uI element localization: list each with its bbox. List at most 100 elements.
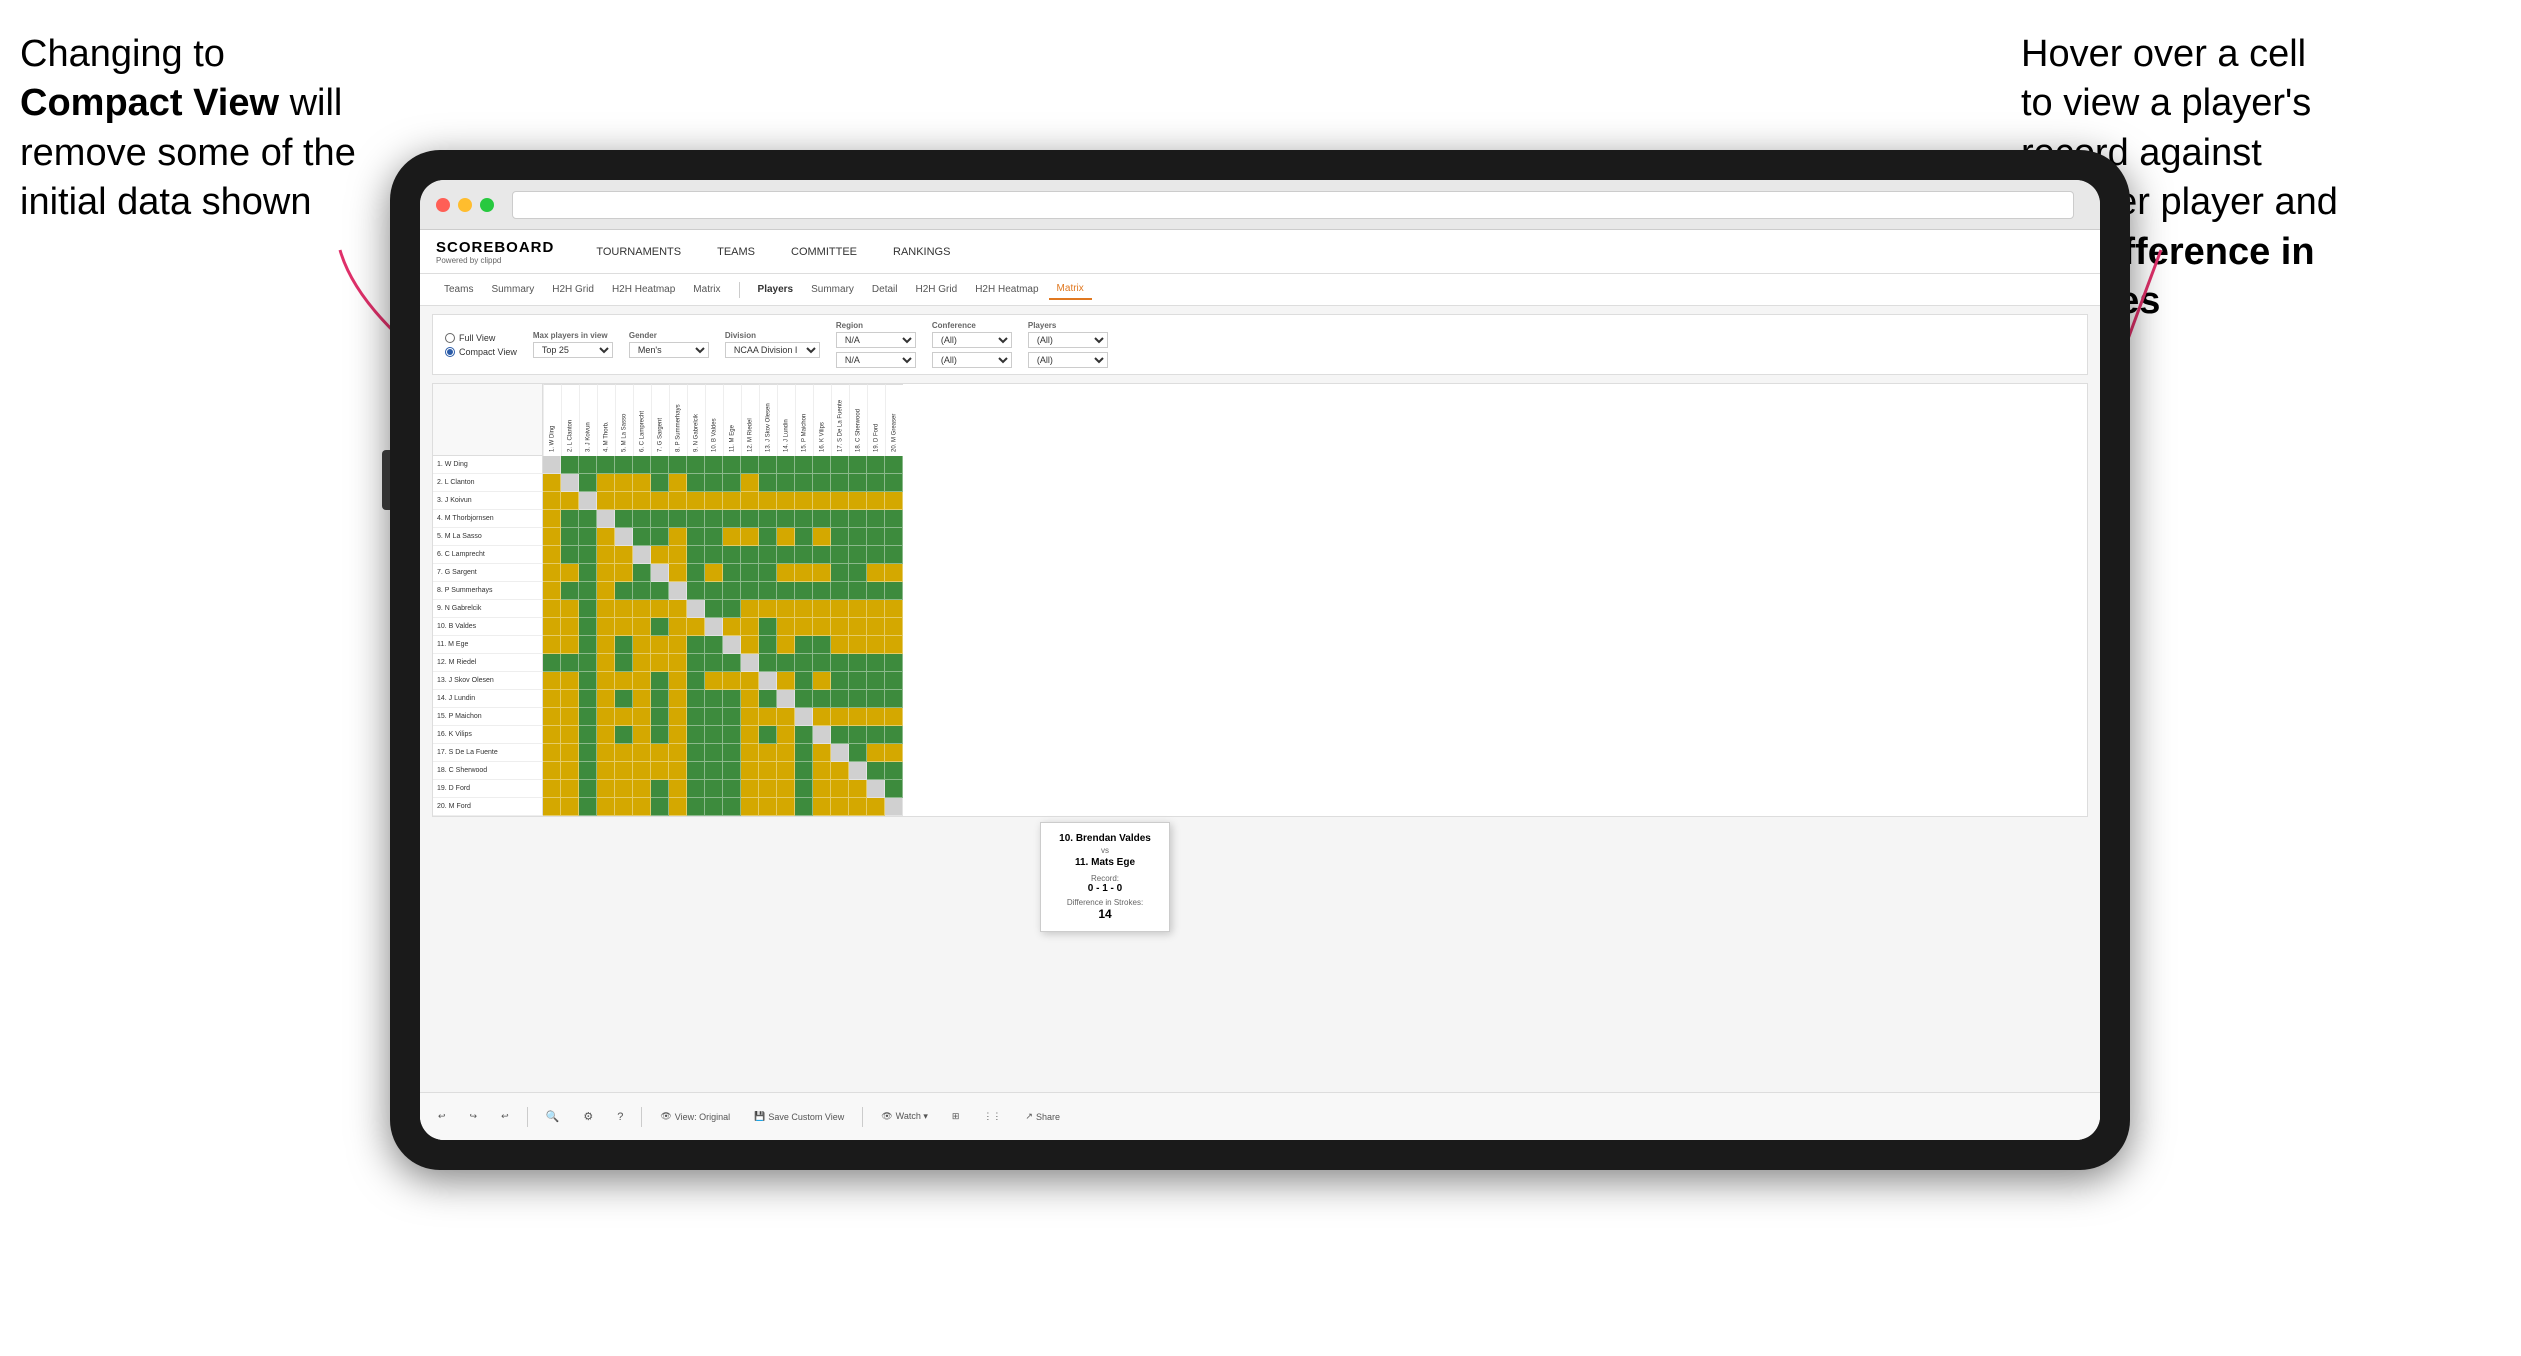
grid-cell-17-10[interactable] — [723, 762, 741, 780]
region-select-2[interactable]: N/A — [836, 352, 916, 368]
grid-cell-6-6[interactable] — [651, 564, 669, 582]
grid-cell-19-15[interactable] — [813, 798, 831, 816]
grid-cell-12-0[interactable] — [543, 672, 561, 690]
grid-cell-9-19[interactable] — [885, 618, 903, 636]
grid-cell-5-2[interactable] — [579, 546, 597, 564]
grid-cell-16-9[interactable] — [705, 744, 723, 762]
grid-cell-15-14[interactable] — [795, 726, 813, 744]
grid-cell-16-0[interactable] — [543, 744, 561, 762]
grid-cell-0-17[interactable] — [849, 456, 867, 474]
subnav-players-matrix[interactable]: Matrix — [1049, 279, 1092, 300]
grid-cell-2-19[interactable] — [885, 492, 903, 510]
grid-cell-19-14[interactable] — [795, 798, 813, 816]
grid-cell-17-3[interactable] — [597, 762, 615, 780]
grid-cell-4-9[interactable] — [705, 528, 723, 546]
grid-cell-17-13[interactable] — [777, 762, 795, 780]
grid-cell-0-15[interactable] — [813, 456, 831, 474]
grid-cell-3-19[interactable] — [885, 510, 903, 528]
grid-cell-18-11[interactable] — [741, 780, 759, 798]
save-custom-button[interactable]: 💾 Save Custom View — [748, 1107, 850, 1126]
grid-cell-0-7[interactable] — [669, 456, 687, 474]
grid-cell-10-16[interactable] — [831, 636, 849, 654]
grid-cell-1-5[interactable] — [633, 474, 651, 492]
grid-cell-19-10[interactable] — [723, 798, 741, 816]
grid-cell-11-3[interactable] — [597, 654, 615, 672]
grid-cell-17-6[interactable] — [651, 762, 669, 780]
grid-cell-14-17[interactable] — [849, 708, 867, 726]
grid-cell-11-9[interactable] — [705, 654, 723, 672]
grid-cell-1-8[interactable] — [687, 474, 705, 492]
grid-cell-8-2[interactable] — [579, 600, 597, 618]
grid-cell-10-11[interactable] — [741, 636, 759, 654]
nav-rankings[interactable]: RANKINGS — [887, 242, 956, 262]
grid-cell-6-3[interactable] — [597, 564, 615, 582]
grid-cell-3-6[interactable] — [651, 510, 669, 528]
grid-cell-2-15[interactable] — [813, 492, 831, 510]
grid-cell-18-8[interactable] — [687, 780, 705, 798]
grid-cell-2-6[interactable] — [651, 492, 669, 510]
grid-cell-9-8[interactable] — [687, 618, 705, 636]
grid-cell-13-0[interactable] — [543, 690, 561, 708]
grid-cell-17-1[interactable] — [561, 762, 579, 780]
grid-cell-0-12[interactable] — [759, 456, 777, 474]
grid-cell-2-1[interactable] — [561, 492, 579, 510]
grid-cell-6-0[interactable] — [543, 564, 561, 582]
grid-cell-15-12[interactable] — [759, 726, 777, 744]
grid-cell-9-14[interactable] — [795, 618, 813, 636]
grid-cell-5-8[interactable] — [687, 546, 705, 564]
grid-cell-13-11[interactable] — [741, 690, 759, 708]
grid-cell-2-14[interactable] — [795, 492, 813, 510]
grid-cell-19-18[interactable] — [867, 798, 885, 816]
grid-cell-17-15[interactable] — [813, 762, 831, 780]
grid-cell-19-0[interactable] — [543, 798, 561, 816]
grid-cell-9-13[interactable] — [777, 618, 795, 636]
grid-cell-17-4[interactable] — [615, 762, 633, 780]
grid-cell-18-6[interactable] — [651, 780, 669, 798]
grid-cell-11-13[interactable] — [777, 654, 795, 672]
grid-cell-13-2[interactable] — [579, 690, 597, 708]
grid-cell-7-4[interactable] — [615, 582, 633, 600]
grid-cell-8-13[interactable] — [777, 600, 795, 618]
grid-cell-7-17[interactable] — [849, 582, 867, 600]
grid-cell-7-15[interactable] — [813, 582, 831, 600]
grid-cell-5-9[interactable] — [705, 546, 723, 564]
grid-cell-17-12[interactable] — [759, 762, 777, 780]
grid-cell-3-11[interactable] — [741, 510, 759, 528]
grid-cell-14-2[interactable] — [579, 708, 597, 726]
grid-cell-7-11[interactable] — [741, 582, 759, 600]
grid-cell-12-19[interactable] — [885, 672, 903, 690]
grid-cell-13-6[interactable] — [651, 690, 669, 708]
grid-cell-1-1[interactable] — [561, 474, 579, 492]
grid-cell-3-14[interactable] — [795, 510, 813, 528]
grid-cell-18-9[interactable] — [705, 780, 723, 798]
grid-cell-17-16[interactable] — [831, 762, 849, 780]
grid-cell-19-8[interactable] — [687, 798, 705, 816]
grid-cell-3-0[interactable] — [543, 510, 561, 528]
grid-cell-8-19[interactable] — [885, 600, 903, 618]
grid-cell-10-5[interactable] — [633, 636, 651, 654]
grid-cell-0-4[interactable] — [615, 456, 633, 474]
grid-cell-19-17[interactable] — [849, 798, 867, 816]
grid-cell-2-4[interactable] — [615, 492, 633, 510]
grid-cell-6-1[interactable] — [561, 564, 579, 582]
grid-cell-9-0[interactable] — [543, 618, 561, 636]
grid-cell-18-4[interactable] — [615, 780, 633, 798]
grid-cell-14-8[interactable] — [687, 708, 705, 726]
grid-cell-2-10[interactable] — [723, 492, 741, 510]
grid-cell-12-16[interactable] — [831, 672, 849, 690]
grid-cell-19-12[interactable] — [759, 798, 777, 816]
grid-cell-0-16[interactable] — [831, 456, 849, 474]
grid-cell-11-17[interactable] — [849, 654, 867, 672]
grid-cell-16-4[interactable] — [615, 744, 633, 762]
grid-cell-2-3[interactable] — [597, 492, 615, 510]
grid-cell-18-1[interactable] — [561, 780, 579, 798]
grid-cell-0-9[interactable] — [705, 456, 723, 474]
grid-cell-2-0[interactable] — [543, 492, 561, 510]
grid-cell-9-1[interactable] — [561, 618, 579, 636]
grid-cell-11-6[interactable] — [651, 654, 669, 672]
grid-cell-10-17[interactable] — [849, 636, 867, 654]
grid-cell-10-18[interactable] — [867, 636, 885, 654]
grid-cell-2-16[interactable] — [831, 492, 849, 510]
grid-cell-9-12[interactable] — [759, 618, 777, 636]
grid-cell-11-11[interactable] — [741, 654, 759, 672]
